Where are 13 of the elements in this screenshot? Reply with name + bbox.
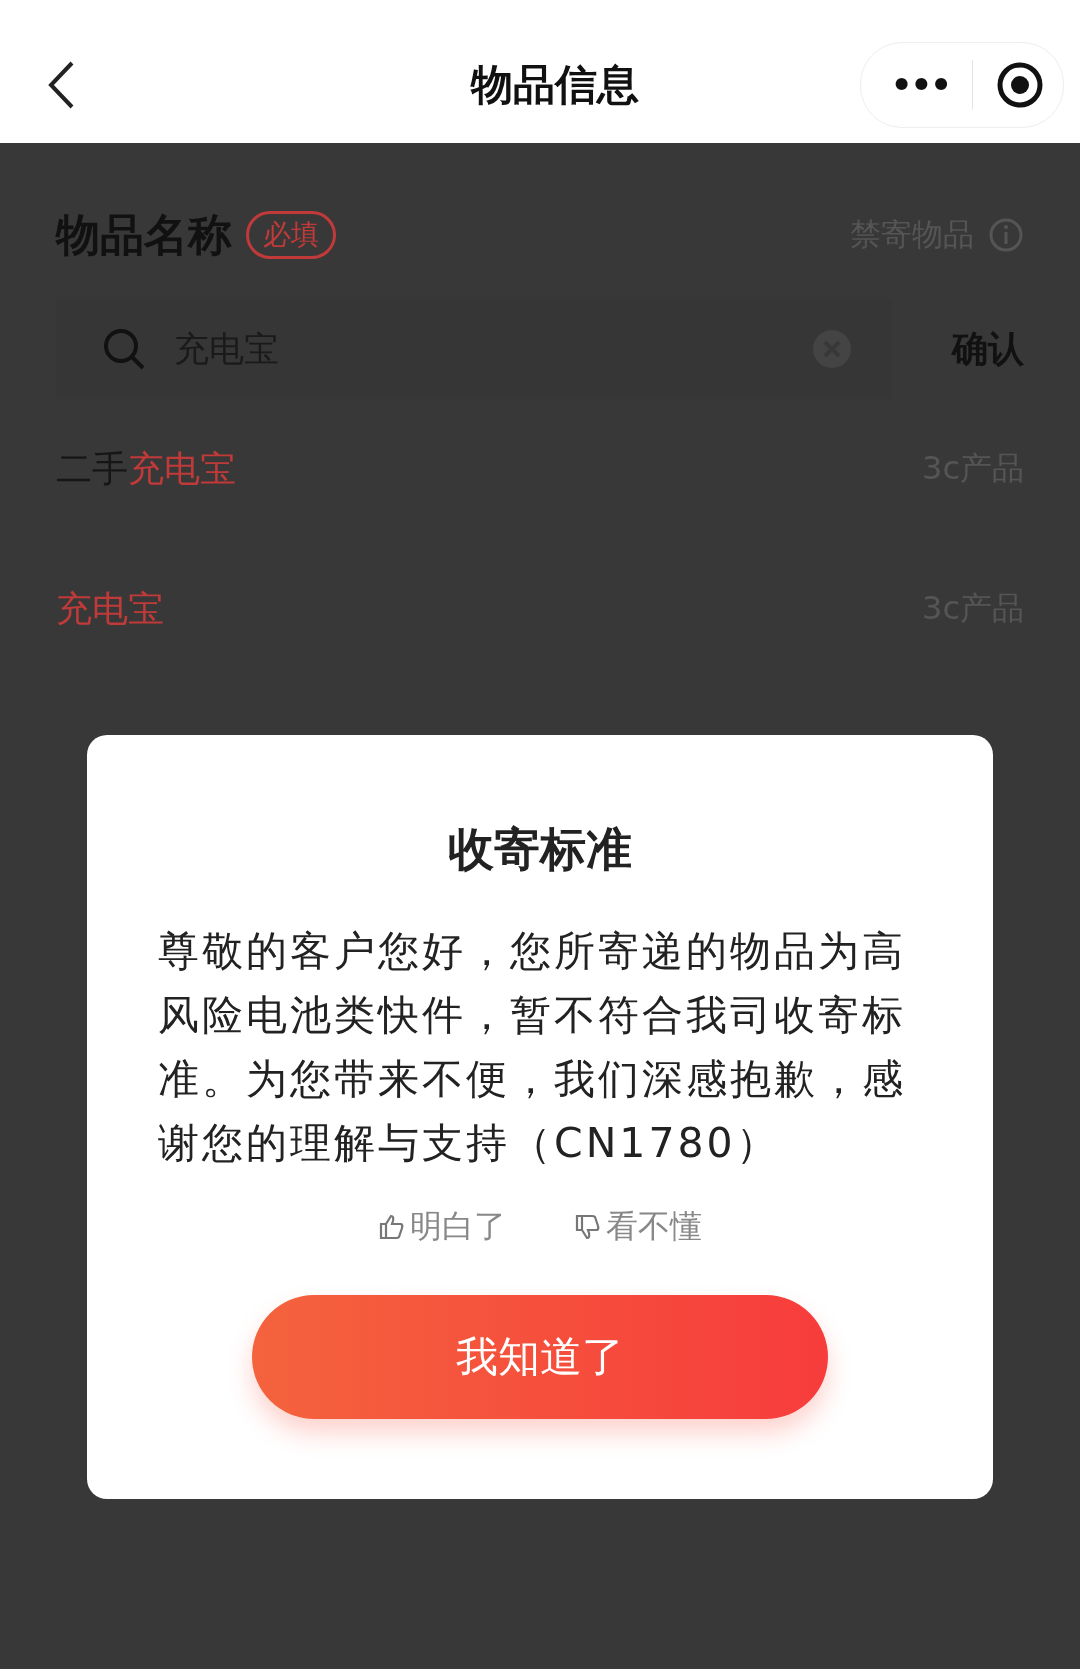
acknowledge-button[interactable]: 我知道了 — [252, 1295, 828, 1419]
more-button[interactable]: ••• — [890, 64, 950, 105]
dialog-message: 尊敬的客户您好，您所寄递的物品为高风险电池类快件，暂不符合我司收寄标准。为您带来不便，我们深感抱歉，感谢您的理解与支持（CN1780） — [158, 926, 907, 1169]
page-title: 物品信息 — [471, 58, 639, 111]
not-understood-button[interactable]: 看不懂 — [574, 1205, 702, 1249]
understood-button[interactable]: 明白了 — [378, 1205, 506, 1249]
back-icon[interactable] — [46, 59, 76, 110]
dialog-title: 收寄标准 — [448, 821, 632, 878]
suggestion-text[interactable]: 充电宝 — [56, 584, 164, 634]
thumbs-up-icon — [378, 1213, 406, 1241]
thumbs-down-icon — [574, 1213, 602, 1241]
search-icon — [102, 327, 146, 371]
required-badge: 必填 — [246, 211, 336, 259]
